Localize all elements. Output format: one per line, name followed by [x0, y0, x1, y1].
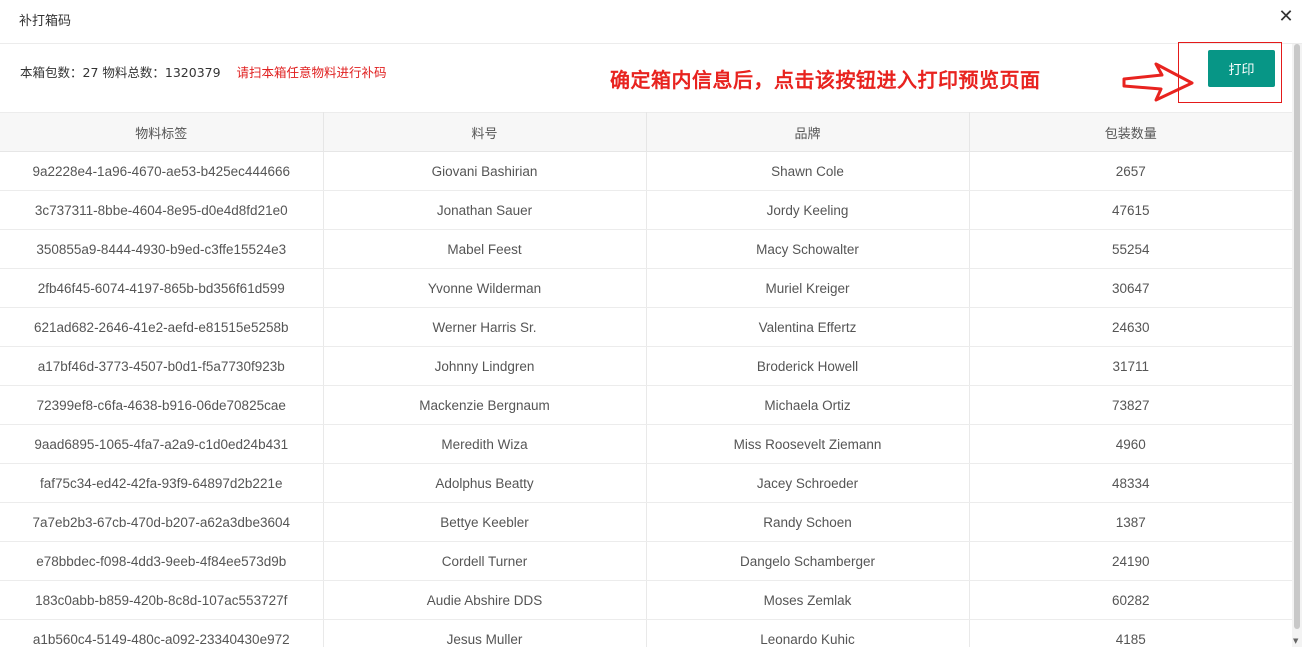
package-qty-cell: 2657	[969, 151, 1292, 191]
brand-cell: Jacey Schroeder	[646, 463, 970, 503]
package-qty-cell: 55254	[969, 229, 1292, 269]
material-label-cell: 350855a9-8444-4930-b9ed-c3ffe15524e3	[0, 229, 324, 269]
column-header-package-qty: 包装数量	[969, 112, 1292, 152]
brand-cell: Moses Zemlak	[646, 580, 970, 620]
package-qty-cell: 60282	[969, 580, 1292, 620]
table-row: e78bbdec-f098-4dd3-9eeb-4f84ee573d9b Cord…	[0, 541, 1292, 581]
part-number-cell: Yvonne Wilderman	[323, 268, 647, 308]
table-row: 183c0abb-b859-420b-8c8d-107ac553727f Audi…	[0, 580, 1292, 620]
package-qty-cell: 47615	[969, 190, 1292, 230]
material-label-cell: a17bf46d-3773-4507-b0d1-f5a7730f923b	[0, 346, 324, 386]
brand-cell: Dangelo Schamberger	[646, 541, 970, 581]
part-number-cell: Cordell Turner	[323, 541, 647, 581]
part-number-cell: Bettye Keebler	[323, 502, 647, 542]
material-label-cell: 183c0abb-b859-420b-8c8d-107ac553727f	[0, 580, 324, 620]
scrollbar-thumb[interactable]	[1294, 44, 1300, 629]
package-qty-cell: 4185	[969, 619, 1292, 647]
material-label-cell: 9a2228e4-1a96-4670-ae53-b425ec444666	[0, 151, 324, 191]
part-number-cell: Mabel Feest	[323, 229, 647, 269]
table-header-row: 物料标签 料号 品牌 包装数量	[0, 112, 1292, 152]
package-qty-cell: 24630	[969, 307, 1292, 347]
part-number-cell: Adolphus Beatty	[323, 463, 647, 503]
table-row: faf75c34-ed42-42fa-93f9-64897d2b221e Adol…	[0, 463, 1292, 503]
brand-cell: Shawn Cole	[646, 151, 970, 191]
brand-cell: Jordy Keeling	[646, 190, 970, 230]
column-header-material-label: 物料标签	[0, 112, 324, 152]
part-number-cell: Werner Harris Sr.	[323, 307, 647, 347]
material-label-cell: 3c737311-8bbe-4604-8e95-d0e4d8fd21e0	[0, 190, 324, 230]
package-qty-cell: 4960	[969, 424, 1292, 464]
table-row: 9a2228e4-1a96-4670-ae53-b425ec444666 Giov…	[0, 151, 1292, 191]
brand-cell: Michaela Ortiz	[646, 385, 970, 425]
column-header-part-number: 料号	[323, 112, 647, 152]
table-row: 9aad6895-1065-4fa7-a2a9-c1d0ed24b431 Mere…	[0, 424, 1292, 464]
box-summary: 本箱包数：27 物料总数：1320379 请扫本箱任意物料进行补码	[20, 62, 387, 81]
table-row: 3c737311-8bbe-4604-8e95-d0e4d8fd21e0 Jona…	[0, 190, 1292, 230]
package-qty-cell: 48334	[969, 463, 1292, 503]
annotation-callout: 确定箱内信息后，点击该按钮进入打印预览页面	[610, 68, 1041, 92]
part-number-cell: Mackenzie Bergnaum	[323, 385, 647, 425]
box-counts: 本箱包数：27 物料总数：1320379	[20, 65, 221, 80]
brand-cell: Muriel Kreiger	[646, 268, 970, 308]
dialog-title: 补打箱码	[19, 14, 72, 29]
brand-cell: Valentina Effertz	[646, 307, 970, 347]
brand-cell: Macy Schowalter	[646, 229, 970, 269]
part-number-cell: Jonathan Sauer	[323, 190, 647, 230]
part-number-cell: Audie Abshire DDS	[323, 580, 647, 620]
package-qty-cell: 24190	[969, 541, 1292, 581]
brand-cell: Leonardo Kuhic	[646, 619, 970, 647]
table-row: a17bf46d-3773-4507-b0d1-f5a7730f923b John…	[0, 346, 1292, 386]
vertical-scrollbar[interactable]: ▼	[1292, 44, 1302, 647]
material-label-cell: 2fb46f45-6074-4197-865b-bd356f61d599	[0, 268, 324, 308]
table-row: 2fb46f45-6074-4197-865b-bd356f61d599 Yvon…	[0, 268, 1292, 308]
material-label-cell: a1b560c4-5149-480c-a092-23340430e972	[0, 619, 324, 647]
material-label-cell: 72399ef8-c6fa-4638-b916-06de70825cae	[0, 385, 324, 425]
part-number-cell: Jesus Muller	[323, 619, 647, 647]
scroll-down-arrow-icon[interactable]: ▼	[1293, 637, 1298, 645]
table-row: 7a7eb2b3-67cb-470d-b207-a62a3dbe3604 Bett…	[0, 502, 1292, 542]
material-label-cell: 9aad6895-1065-4fa7-a2a9-c1d0ed24b431	[0, 424, 324, 464]
material-table: 物料标签 料号 品牌 包装数量 9a2228e4-1a96-4670-ae53-b42…	[0, 112, 1292, 647]
package-qty-cell: 31711	[969, 346, 1292, 386]
material-label-cell: 621ad682-2646-41e2-aefd-e81515e5258b	[0, 307, 324, 347]
brand-cell: Broderick Howell	[646, 346, 970, 386]
package-qty-cell: 1387	[969, 502, 1292, 542]
scan-hint: 请扫本箱任意物料进行补码	[236, 65, 387, 80]
package-qty-cell: 73827	[969, 385, 1292, 425]
brand-cell: Randy Schoen	[646, 502, 970, 542]
material-label-cell: e78bbdec-f098-4dd3-9eeb-4f84ee573d9b	[0, 541, 324, 581]
print-button[interactable]: 打印	[1208, 50, 1275, 87]
part-number-cell: Giovani Bashirian	[323, 151, 647, 191]
table-row: 350855a9-8444-4930-b9ed-c3ffe15524e3 Mabe…	[0, 229, 1292, 269]
dialog-header: 补打箱码 ✕	[0, 0, 1302, 44]
part-number-cell: Meredith Wiza	[323, 424, 647, 464]
table-row: 621ad682-2646-41e2-aefd-e81515e5258b Wern…	[0, 307, 1292, 347]
material-label-cell: 7a7eb2b3-67cb-470d-b207-a62a3dbe3604	[0, 502, 324, 542]
column-header-brand: 品牌	[646, 112, 970, 152]
table-row: a1b560c4-5149-480c-a092-23340430e972 Jesu…	[0, 619, 1292, 647]
table-row: 72399ef8-c6fa-4638-b916-06de70825cae Mack…	[0, 385, 1292, 425]
brand-cell: Miss Roosevelt Ziemann	[646, 424, 970, 464]
material-label-cell: faf75c34-ed42-42fa-93f9-64897d2b221e	[0, 463, 324, 503]
table-body: 9a2228e4-1a96-4670-ae53-b425ec444666 Giov…	[0, 151, 1292, 647]
package-qty-cell: 30647	[969, 268, 1292, 308]
close-icon[interactable]: ✕	[1276, 6, 1296, 28]
part-number-cell: Johnny Lindgren	[323, 346, 647, 386]
